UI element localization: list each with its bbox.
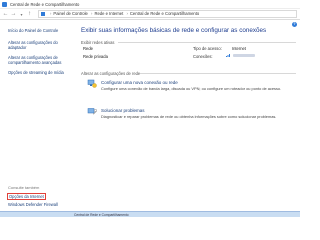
taskbar-item[interactable]: Central de Rede e Compartilhamento	[74, 213, 129, 217]
breadcrumb-item[interactable]: Central de Rede e Compartilhamento	[130, 11, 199, 16]
sidebar-item-defender-firewall[interactable]: Windows Defender Firewall	[8, 202, 58, 207]
new-connection-link[interactable]: Configurar uma nova conexão ou rede	[101, 80, 178, 85]
network-name: Rede	[83, 46, 94, 51]
troubleshoot-link[interactable]: Solucionar problemas	[101, 108, 145, 113]
network-type[interactable]: Rede privada	[83, 54, 108, 59]
troubleshoot-icon	[87, 108, 97, 115]
sidebar: Início do Painel de Controle Alterar as …	[0, 20, 74, 217]
sidebar-item-control-panel-home[interactable]: Início do Painel de Controle	[8, 28, 70, 33]
address-field[interactable]: › Painel de Controle › Rede e Internet › Ce…	[38, 10, 297, 18]
help-icon[interactable]: ?	[292, 22, 297, 27]
sidebar-item-media-streaming[interactable]: Opções de streaming de mídia	[8, 70, 70, 75]
breadcrumb-item[interactable]: Rede e Internet	[94, 11, 123, 16]
divider	[140, 73, 296, 74]
sidebar-item-advanced-sharing[interactable]: Alterar as configurações de compartilham…	[8, 55, 70, 65]
new-connection-icon	[87, 79, 97, 88]
main-panel: ? Exibir suas informações básicas de red…	[74, 20, 300, 217]
address-bar: ← → ▾ ↑ › Painel de Controle › Rede e Inte…	[0, 9, 300, 20]
recent-locations-chevron-icon[interactable]: ▾	[18, 11, 25, 18]
breadcrumb: › Painel de Controle › Rede e Internet › Ce…	[50, 11, 200, 16]
sidebar-item-adapter-settings[interactable]: Alterar as configurações do adaptador	[8, 40, 70, 50]
title-bar: Central de Rede e Compartilhamento	[0, 0, 300, 9]
new-connection-description: Configure uma conexão de banda larga, di…	[101, 86, 282, 91]
access-type-label: Tipo de acesso:	[193, 46, 222, 51]
wifi-signal-icon	[226, 54, 230, 57]
see-also-label: Consulte também	[8, 185, 40, 190]
window-title: Central de Rede e Compartilhamento	[10, 2, 80, 7]
connections-label: Conexões:	[193, 54, 213, 59]
forward-arrow-icon[interactable]: →	[10, 11, 17, 18]
sidebar-item-internet-options[interactable]: Opções da Internet	[7, 193, 46, 200]
troubleshoot-description: Diagnosticar e reparar problemas de rede…	[101, 114, 277, 119]
divider	[118, 42, 296, 43]
active-networks-label: Exibir redes ativas	[81, 40, 115, 45]
network-center-icon	[2, 2, 7, 7]
control-panel-icon	[41, 12, 45, 16]
access-type-value: Internet	[232, 46, 246, 51]
change-settings-label: Alterar as configurações de rede	[81, 71, 141, 76]
up-arrow-icon[interactable]: ↑	[26, 11, 33, 18]
breadcrumb-item[interactable]: Painel de Controle	[53, 11, 87, 16]
page-title: Exibir suas informações básicas de rede …	[81, 27, 267, 34]
back-arrow-icon[interactable]: ←	[2, 11, 9, 18]
connection-name-link[interactable]	[233, 54, 255, 57]
taskbar: Central de Rede e Compartilhamento	[0, 211, 300, 217]
